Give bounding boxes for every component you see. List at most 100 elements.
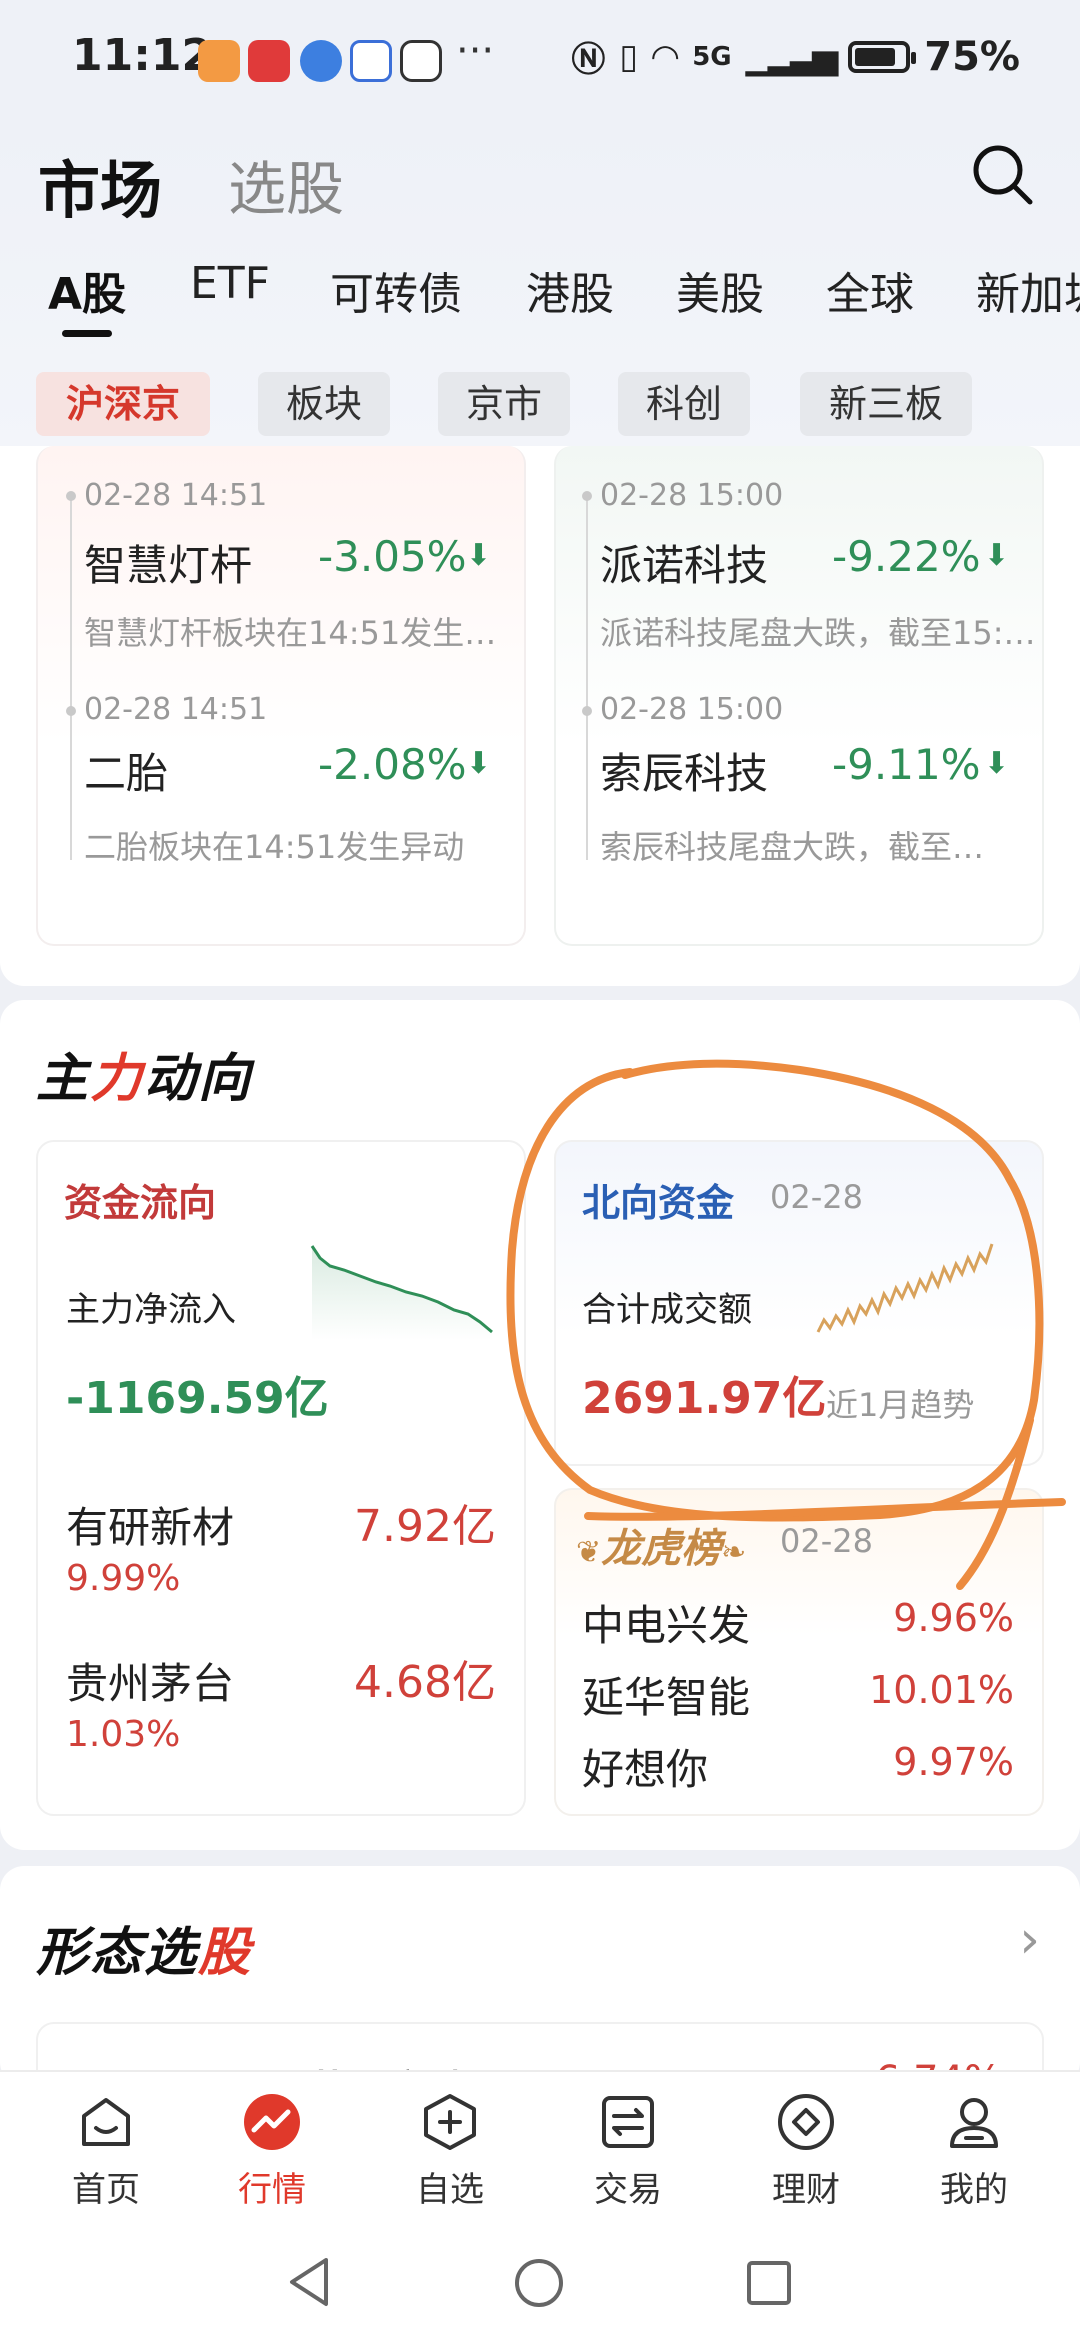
app-notification-icon bbox=[248, 40, 290, 82]
net-inflow-value: -1169.59亿 bbox=[66, 1373, 329, 1424]
nav-label: 理财 bbox=[772, 2170, 840, 2210]
network-type: 5G bbox=[692, 41, 732, 72]
laurel-icon: ❦ bbox=[576, 1535, 602, 1570]
page-title-stock-picker[interactable]: 选股 bbox=[228, 142, 344, 226]
nfc-icon: Ⓝ bbox=[571, 40, 606, 80]
net-inflow-sparkline bbox=[310, 1245, 493, 1340]
bottom-nav: 首页 行情 自选 交易 理财 我的 bbox=[0, 2070, 1080, 2230]
dragon-tiger-date: 02-28 bbox=[780, 1522, 873, 1560]
sub-market-chips: 沪深京 板块 京市 科创 新三板 bbox=[0, 372, 1080, 438]
alert-name[interactable]: 索辰科技 bbox=[600, 740, 768, 801]
alert-desc: 索辰科技尾盘大跌，截至15:00 bbox=[600, 828, 992, 866]
market-tabs: A股 ETF 可转债 港股 美股 全球 新加坡 bbox=[0, 258, 1080, 338]
tab-us-stocks[interactable]: 美股 bbox=[676, 258, 764, 322]
inflow-stock-value: 4.68亿 bbox=[354, 1657, 496, 1708]
inflow-stock-value: 7.92亿 bbox=[354, 1501, 496, 1552]
alert-time: 02-28 14:51 bbox=[84, 692, 268, 727]
total-turnover-value: 2691.97亿 bbox=[582, 1373, 827, 1424]
watchlist-icon bbox=[424, 2094, 476, 2150]
wifi-icon: ◠ bbox=[652, 36, 679, 77]
nav-market[interactable]: 行情 bbox=[202, 2092, 342, 2211]
tab-a-shares[interactable]: A股 bbox=[48, 258, 126, 322]
home-icon bbox=[82, 2098, 130, 2146]
title-part: 主 bbox=[36, 1049, 91, 1109]
alert-time: 02-28 15:00 bbox=[600, 478, 784, 513]
down-arrow-icon: ⬇ bbox=[984, 538, 1010, 573]
alert-change: -2.08% bbox=[318, 740, 467, 789]
down-arrow-icon: ⬇ bbox=[466, 746, 492, 781]
battery-level: 75% bbox=[924, 33, 1020, 80]
alert-desc: 派诺科技尾盘大跌，截至15:00 bbox=[600, 614, 1040, 652]
tab-hk-stocks[interactable]: 港股 bbox=[526, 258, 614, 322]
profile-icon bbox=[950, 2098, 998, 2148]
alert-change: -9.22% bbox=[832, 532, 981, 581]
inflow-stock-change: 1.03% bbox=[66, 1714, 181, 1755]
alert-name[interactable]: 派诺科技 bbox=[600, 532, 768, 593]
inflow-stock-change: 9.99% bbox=[66, 1558, 181, 1599]
hand-notification-icon bbox=[400, 40, 442, 82]
battery-icon bbox=[848, 40, 917, 73]
nav-profile[interactable]: 我的 bbox=[904, 2092, 1044, 2211]
chip-neeq[interactable]: 新三板 bbox=[800, 372, 972, 436]
section-title-pattern[interactable]: 形态选股 bbox=[36, 1910, 252, 1985]
app-notification-icon bbox=[198, 40, 240, 82]
nav-label: 自选 bbox=[416, 2170, 484, 2210]
nav-trade[interactable]: 交易 bbox=[558, 2092, 698, 2211]
dragon-tiger-stock-name[interactable]: 好想你 bbox=[582, 1736, 708, 1797]
alert-name[interactable]: 智慧灯杆 bbox=[84, 532, 252, 593]
timeline-line bbox=[586, 500, 588, 860]
trend-hint: 近1月趋势 bbox=[826, 1386, 975, 1424]
market-icon bbox=[244, 2094, 300, 2150]
northbound-title: 北向资金 bbox=[582, 1181, 735, 1225]
recents-icon[interactable] bbox=[744, 2258, 794, 2308]
title-part: 形态选 bbox=[36, 1923, 199, 1983]
nav-home[interactable]: 首页 bbox=[36, 2092, 176, 2211]
down-arrow-icon: ⬇ bbox=[466, 538, 492, 573]
chip-sectors[interactable]: 板块 bbox=[258, 372, 390, 436]
tab-etf[interactable]: ETF bbox=[190, 258, 270, 309]
dragon-tiger-stock-name[interactable]: 延华智能 bbox=[582, 1664, 750, 1725]
alert-time: 02-28 14:51 bbox=[84, 478, 268, 513]
dragon-tiger-stock-change: 9.96% bbox=[893, 1596, 1014, 1640]
alert-change: -3.05% bbox=[318, 532, 467, 581]
northbound-sparkline bbox=[816, 1243, 994, 1333]
title-part: 动向 bbox=[144, 1049, 253, 1109]
chevron-right-icon[interactable]: › bbox=[1019, 1910, 1040, 1970]
search-icon[interactable] bbox=[970, 142, 1034, 206]
chip-bj-market[interactable]: 京市 bbox=[438, 372, 570, 436]
dragon-tiger-stock-change: 10.01% bbox=[869, 1668, 1014, 1712]
tab-global[interactable]: 全球 bbox=[826, 258, 914, 322]
app-notification-icon bbox=[350, 40, 392, 82]
system-nav-bar bbox=[0, 2230, 1080, 2340]
chip-star-market[interactable]: 科创 bbox=[618, 372, 750, 436]
status-time: 11:12 bbox=[72, 30, 213, 81]
back-icon[interactable] bbox=[284, 2254, 334, 2310]
net-inflow-label: 主力净流入 bbox=[66, 1290, 236, 1330]
signal-icon: ▁▂▃▅ bbox=[745, 36, 839, 77]
laurel-icon: ❧ bbox=[721, 1535, 747, 1570]
browser-notification-icon bbox=[300, 40, 342, 82]
tab-convertible-bonds[interactable]: 可转债 bbox=[330, 258, 462, 322]
nav-label: 首页 bbox=[72, 2170, 140, 2210]
alert-name[interactable]: 二胎 bbox=[84, 740, 168, 801]
northbound-date: 02-28 bbox=[770, 1178, 863, 1216]
tab-singapore[interactable]: 新加坡 bbox=[976, 258, 1080, 322]
wealth-icon bbox=[778, 2094, 834, 2150]
dragon-tiger-stock-name[interactable]: 中电兴发 bbox=[582, 1592, 750, 1653]
page-title-market[interactable]: 市场 bbox=[38, 140, 162, 230]
inflow-stock-name[interactable]: 有研新材 bbox=[66, 1494, 234, 1555]
title-part-accent: 力 bbox=[90, 1049, 145, 1109]
nav-watchlist[interactable]: 自选 bbox=[380, 2092, 520, 2211]
nav-wealth[interactable]: 理财 bbox=[736, 2092, 876, 2211]
chip-sh-sz-bj[interactable]: 沪深京 bbox=[36, 372, 210, 436]
dragon-tiger-title: ❦龙虎榜❧ bbox=[576, 1516, 746, 1574]
alert-change: -9.11% bbox=[832, 740, 981, 789]
title-part-accent: 股 bbox=[198, 1923, 253, 1983]
section-title-main-force: 主力动向 bbox=[36, 1036, 252, 1111]
inflow-stock-name[interactable]: 贵州茅台 bbox=[66, 1650, 234, 1711]
home-circle-icon[interactable] bbox=[512, 2256, 566, 2310]
timeline-line bbox=[70, 500, 72, 860]
trade-icon bbox=[602, 2096, 654, 2148]
nav-label: 我的 bbox=[940, 2170, 1008, 2210]
timeline-dot bbox=[582, 706, 592, 716]
